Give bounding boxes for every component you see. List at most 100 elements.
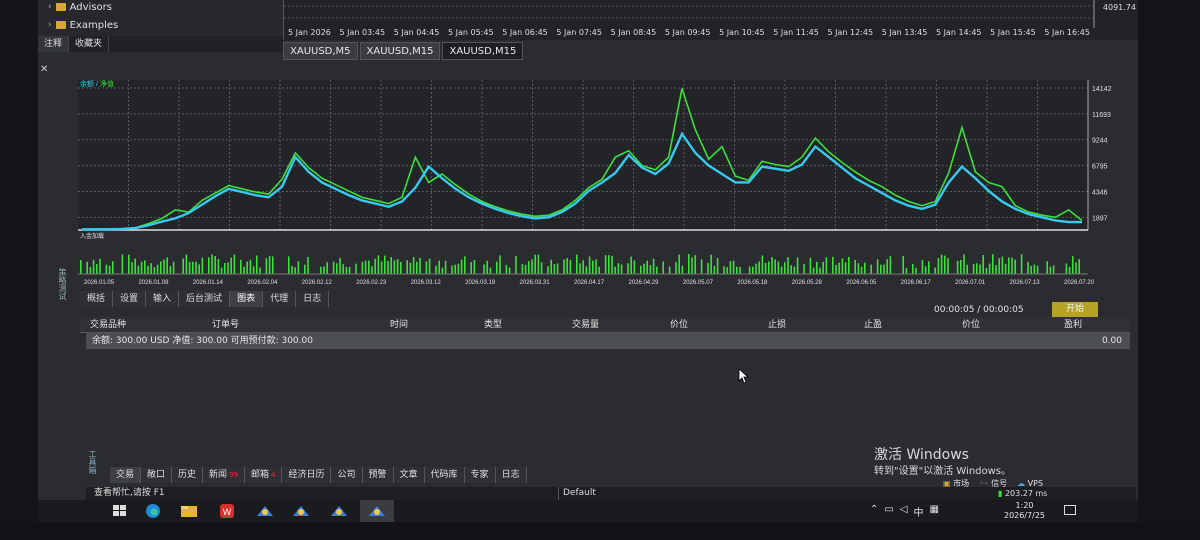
tab-label: 历史 bbox=[178, 470, 197, 480]
toolbox-side-label: 工具箱 bbox=[88, 450, 97, 474]
active-app[interactable] bbox=[360, 500, 394, 522]
folder-icon[interactable] bbox=[178, 503, 200, 519]
time-axis-label: 5 Jan 15:45 bbox=[990, 28, 1036, 37]
balance-row[interactable]: 余额: 300.00 USD 净值: 300.00 可用预付款: 300.00 … bbox=[86, 333, 1130, 349]
tab-favorites[interactable]: 收藏夹 bbox=[69, 36, 110, 52]
windows-start-icon[interactable] bbox=[108, 503, 130, 519]
tab-toolbox[interactable]: 专家 bbox=[464, 467, 496, 483]
tab-label: 预警 bbox=[368, 470, 387, 480]
mt5-icon[interactable] bbox=[328, 503, 350, 519]
system-clock[interactable]: 1:20 2026/7/25 bbox=[1004, 501, 1045, 521]
table-column-header[interactable]: 盈利 bbox=[1064, 317, 1082, 333]
x-tick-label: 2026.07.13 bbox=[1010, 280, 1041, 286]
table-column-header[interactable]: 类型 bbox=[484, 317, 502, 333]
edge-browser-icon[interactable] bbox=[142, 503, 164, 519]
tab-tester[interactable]: 代理 bbox=[263, 291, 297, 307]
x-tick-label: 2026.02.04 bbox=[247, 280, 278, 286]
tab-toolbox[interactable]: 交易 bbox=[110, 467, 142, 483]
x-tick-label: 2026.02.23 bbox=[356, 280, 387, 286]
navigator-item[interactable]: › Examples bbox=[48, 18, 118, 32]
start-button[interactable]: 开始 bbox=[1052, 302, 1098, 317]
mt5-icon[interactable] bbox=[254, 503, 276, 519]
tab-toolbox[interactable]: 公司 bbox=[331, 467, 363, 483]
y-tick-label: 6795 bbox=[1092, 164, 1108, 171]
tab-toolbox[interactable]: 日志 bbox=[495, 467, 527, 483]
tab-label: 邮箱 bbox=[250, 470, 269, 480]
y-tick-label: 14142 bbox=[1092, 86, 1112, 93]
table-column-header[interactable]: 价位 bbox=[962, 317, 980, 333]
tab-toolbox[interactable]: 文章 bbox=[393, 467, 425, 483]
tab-common[interactable]: 注释 bbox=[38, 36, 70, 52]
x-tick-label: 2026.01.08 bbox=[138, 280, 169, 286]
table-column-header[interactable]: 价位 bbox=[670, 317, 688, 333]
tab-toolbox[interactable]: 邮箱 4 bbox=[244, 467, 283, 483]
status-profile: Default bbox=[558, 487, 678, 500]
tab-toolbox[interactable]: 历史 bbox=[172, 467, 204, 483]
system-tray: ⌃ ▭ ◁ 中 ▦ bbox=[870, 504, 939, 519]
table-column-header[interactable]: 交易品种 bbox=[90, 317, 126, 333]
screen: › Advisors › Examples 注释 收藏夹 4091.74 5 J… bbox=[38, 0, 1138, 522]
table-column-header[interactable]: 止盈 bbox=[864, 317, 882, 333]
x-tick-label: 2026.04.17 bbox=[574, 280, 605, 286]
keyboard-icon[interactable]: ▦ bbox=[930, 504, 939, 519]
tab-tester[interactable]: 日志 bbox=[296, 291, 330, 307]
status-bar: 查看帮忙,请按 F1 Default ▮ 203.27 ms bbox=[86, 487, 1136, 500]
deposit-load-label: 入金加载 bbox=[80, 232, 104, 240]
tab-label: 敞口 bbox=[147, 470, 166, 480]
price-chart[interactable]: 4091.74 5 Jan 2026 5 Jan 03:45 5 Jan 04:45… bbox=[283, 0, 1138, 40]
tester-tabs: 概括 设置 输入 后台测试 图表 代理 日志 bbox=[80, 291, 330, 307]
network-icon[interactable]: ▭ bbox=[884, 504, 893, 519]
news-badge: 99 bbox=[229, 471, 238, 479]
time-axis-label: 5 Jan 14:45 bbox=[935, 28, 982, 37]
svg-text:W: W bbox=[223, 507, 232, 517]
chart-tab[interactable]: XAUUSD,M15 bbox=[359, 42, 441, 60]
tab-label: 新闻 bbox=[209, 470, 228, 480]
table-column-header[interactable]: 时间 bbox=[390, 317, 408, 333]
chart-tab[interactable]: XAUUSD,M5 bbox=[283, 42, 358, 60]
tab-tester[interactable]: 概括 bbox=[80, 291, 114, 307]
volume-icon[interactable]: ◁ bbox=[900, 504, 908, 519]
tab-tester[interactable]: 输入 bbox=[146, 291, 180, 307]
monitor: › Advisors › Examples 注释 收藏夹 4091.74 5 J… bbox=[0, 0, 1200, 540]
bezel-bottom bbox=[0, 522, 1200, 540]
time-axis-label: 5 Jan 08:45 bbox=[610, 28, 657, 37]
table-column-header[interactable]: 止损 bbox=[768, 317, 786, 333]
time-axis-label: 5 Jan 10:45 bbox=[719, 28, 765, 37]
time-axis-label: 5 Jan 05:45 bbox=[447, 28, 494, 37]
table-column-header[interactable]: 订单号 bbox=[212, 317, 239, 333]
wps-icon[interactable]: W bbox=[216, 503, 238, 519]
navigator-item[interactable]: › Advisors bbox=[48, 0, 112, 14]
progress-timer: 00:00:05 / 00:00:05 bbox=[934, 305, 1024, 315]
notification-icon[interactable] bbox=[1064, 505, 1076, 515]
chevron-up-icon[interactable]: ⌃ bbox=[870, 504, 878, 519]
x-tick-label: 2026.04.29 bbox=[628, 280, 659, 286]
folder-icon bbox=[55, 21, 66, 29]
input-method[interactable]: 中 bbox=[914, 504, 924, 519]
chart-tab[interactable]: XAUUSD,M15 bbox=[442, 42, 524, 60]
x-tick-label: 2026.07.20 bbox=[1064, 280, 1095, 286]
activate-windows-title: 激活 Windows bbox=[874, 447, 969, 463]
time-axis-label: 5 Jan 04:45 bbox=[393, 28, 440, 37]
tab-tester[interactable]: 图表 bbox=[230, 291, 264, 307]
tab-tester[interactable]: 后台测试 bbox=[179, 291, 231, 307]
price-label: 4091.74 bbox=[1102, 3, 1136, 12]
tab-toolbox[interactable]: 新闻 99 bbox=[203, 467, 245, 483]
tab-tester[interactable]: 设置 bbox=[113, 291, 147, 307]
mail-badge: 4 bbox=[271, 471, 276, 479]
mt5-icon[interactable] bbox=[290, 503, 312, 519]
balance-profit: 0.00 bbox=[1101, 336, 1122, 346]
price-chart-grid bbox=[284, 0, 1095, 28]
tab-toolbox[interactable]: 经济日历 bbox=[282, 467, 332, 483]
chart-tabs: XAUUSD,M5 XAUUSD,M15 XAUUSD,M15 bbox=[283, 42, 525, 60]
tab-toolbox[interactable]: 敞口 bbox=[141, 467, 173, 483]
x-tick-label: 2026.02.12 bbox=[302, 280, 333, 286]
close-icon[interactable]: ✕ bbox=[40, 64, 48, 75]
table-column-header[interactable]: 交易量 bbox=[572, 317, 599, 333]
time-axis-label: 5 Jan 07:45 bbox=[556, 28, 602, 37]
status-ping: ▮ 203.27 ms bbox=[998, 489, 1048, 498]
tab-toolbox[interactable]: 预警 bbox=[362, 467, 394, 483]
mt5-icon bbox=[369, 506, 385, 516]
tab-toolbox[interactable]: 代码库 bbox=[424, 467, 465, 483]
x-tick-label: 2026.05.18 bbox=[737, 280, 768, 286]
tab-label: 交易 bbox=[116, 470, 135, 480]
